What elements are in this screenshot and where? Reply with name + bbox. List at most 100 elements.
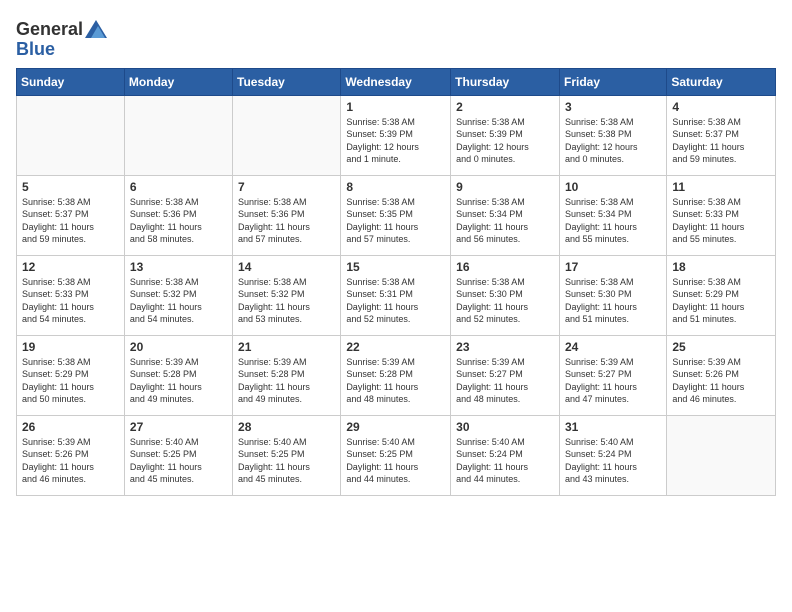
calendar-cell: [667, 415, 776, 495]
calendar-week-1: 1 Sunrise: 5:38 AM Sunset: 5:39 PM Daylig…: [17, 95, 776, 175]
day-number: 13: [130, 260, 227, 274]
calendar-week-2: 5Sunrise: 5:38 AM Sunset: 5:37 PM Daylig…: [17, 175, 776, 255]
weekday-header-tuesday: Tuesday: [233, 68, 341, 95]
weekday-header-wednesday: Wednesday: [341, 68, 451, 95]
calendar-cell: 25 Sunrise: 5:39 AM Sunset: 5:26 PM Dayli…: [667, 335, 776, 415]
day-info: Sunrise: 5:38 AM Sunset: 5:30 PM Dayligh…: [456, 276, 554, 326]
day-number: 29: [346, 420, 445, 434]
day-number: 23: [456, 340, 554, 354]
day-info: Sunrise: 5:39 AM Sunset: 5:28 PM Dayligh…: [238, 356, 335, 406]
calendar-cell: 7 Sunrise: 5:38 AM Sunset: 5:36 PM Daylig…: [233, 175, 341, 255]
calendar-cell: 3Sunrise: 5:38 AM Sunset: 5:38 PM Daylig…: [559, 95, 666, 175]
calendar-cell: 23 Sunrise: 5:39 AM Sunset: 5:27 PM Dayli…: [451, 335, 560, 415]
day-info: Sunrise: 5:38 AM Sunset: 5:30 PM Dayligh…: [565, 276, 661, 326]
calendar-cell: 20 Sunrise: 5:39 AM Sunset: 5:28 PM Dayli…: [124, 335, 232, 415]
calendar-cell: 4 Sunrise: 5:38 AM Sunset: 5:37 PM Daylig…: [667, 95, 776, 175]
day-number: 2: [456, 100, 554, 114]
calendar-cell: 11Sunrise: 5:38 AM Sunset: 5:33 PM Dayli…: [667, 175, 776, 255]
day-info: Sunrise: 5:40 AM Sunset: 5:24 PM Dayligh…: [565, 436, 661, 486]
weekday-header-friday: Friday: [559, 68, 666, 95]
calendar-week-4: 19Sunrise: 5:38 AM Sunset: 5:29 PM Dayli…: [17, 335, 776, 415]
calendar-cell: 24Sunrise: 5:39 AM Sunset: 5:27 PM Dayli…: [559, 335, 666, 415]
day-info: Sunrise: 5:39 AM Sunset: 5:28 PM Dayligh…: [346, 356, 445, 406]
calendar-cell: 10Sunrise: 5:38 AM Sunset: 5:34 PM Dayli…: [559, 175, 666, 255]
day-info: Sunrise: 5:38 AM Sunset: 5:29 PM Dayligh…: [672, 276, 770, 326]
calendar-week-3: 12Sunrise: 5:38 AM Sunset: 5:33 PM Dayli…: [17, 255, 776, 335]
calendar-cell: 27 Sunrise: 5:40 AM Sunset: 5:25 PM Dayli…: [124, 415, 232, 495]
calendar-cell: 16 Sunrise: 5:38 AM Sunset: 5:30 PM Dayli…: [451, 255, 560, 335]
calendar-cell: 9Sunrise: 5:38 AM Sunset: 5:34 PM Daylig…: [451, 175, 560, 255]
day-number: 26: [22, 420, 119, 434]
calendar-cell: 29 Sunrise: 5:40 AM Sunset: 5:25 PM Dayli…: [341, 415, 451, 495]
day-info: Sunrise: 5:39 AM Sunset: 5:27 PM Dayligh…: [456, 356, 554, 406]
day-number: 30: [456, 420, 554, 434]
calendar-cell: 21 Sunrise: 5:39 AM Sunset: 5:28 PM Dayli…: [233, 335, 341, 415]
day-number: 8: [346, 180, 445, 194]
day-info: Sunrise: 5:38 AM Sunset: 5:39 PM Dayligh…: [346, 116, 445, 166]
day-number: 31: [565, 420, 661, 434]
calendar-week-5: 26 Sunrise: 5:39 AM Sunset: 5:26 PM Dayli…: [17, 415, 776, 495]
day-number: 15: [346, 260, 445, 274]
day-number: 14: [238, 260, 335, 274]
day-info: Sunrise: 5:40 AM Sunset: 5:25 PM Dayligh…: [346, 436, 445, 486]
calendar-cell: 15 Sunrise: 5:38 AM Sunset: 5:31 PM Dayli…: [341, 255, 451, 335]
day-info: Sunrise: 5:38 AM Sunset: 5:32 PM Dayligh…: [130, 276, 227, 326]
calendar-table: SundayMondayTuesdayWednesdayThursdayFrid…: [16, 68, 776, 496]
day-info: Sunrise: 5:38 AM Sunset: 5:31 PM Dayligh…: [346, 276, 445, 326]
calendar-cell: 18 Sunrise: 5:38 AM Sunset: 5:29 PM Dayli…: [667, 255, 776, 335]
calendar-cell: 14 Sunrise: 5:38 AM Sunset: 5:32 PM Dayli…: [233, 255, 341, 335]
day-info: Sunrise: 5:40 AM Sunset: 5:25 PM Dayligh…: [130, 436, 227, 486]
page-header: General Blue: [16, 16, 776, 60]
day-number: 28: [238, 420, 335, 434]
day-info: Sunrise: 5:38 AM Sunset: 5:36 PM Dayligh…: [130, 196, 227, 246]
day-info: Sunrise: 5:38 AM Sunset: 5:34 PM Dayligh…: [565, 196, 661, 246]
logo-general: General: [16, 20, 83, 40]
weekday-header-saturday: Saturday: [667, 68, 776, 95]
day-info: Sunrise: 5:39 AM Sunset: 5:26 PM Dayligh…: [22, 436, 119, 486]
day-number: 25: [672, 340, 770, 354]
day-number: 6: [130, 180, 227, 194]
day-number: 20: [130, 340, 227, 354]
day-info: Sunrise: 5:38 AM Sunset: 5:34 PM Dayligh…: [456, 196, 554, 246]
day-info: Sunrise: 5:38 AM Sunset: 5:33 PM Dayligh…: [22, 276, 119, 326]
day-number: 11: [672, 180, 770, 194]
day-number: 1: [346, 100, 445, 114]
weekday-header-sunday: Sunday: [17, 68, 125, 95]
logo: General Blue: [16, 20, 107, 60]
day-info: Sunrise: 5:38 AM Sunset: 5:39 PM Dayligh…: [456, 116, 554, 166]
day-info: Sunrise: 5:40 AM Sunset: 5:24 PM Dayligh…: [456, 436, 554, 486]
calendar-cell: [233, 95, 341, 175]
calendar-cell: 19Sunrise: 5:38 AM Sunset: 5:29 PM Dayli…: [17, 335, 125, 415]
calendar-cell: 31 Sunrise: 5:40 AM Sunset: 5:24 PM Dayli…: [559, 415, 666, 495]
day-number: 4: [672, 100, 770, 114]
day-info: Sunrise: 5:38 AM Sunset: 5:37 PM Dayligh…: [672, 116, 770, 166]
calendar-cell: 2 Sunrise: 5:38 AM Sunset: 5:39 PM Daylig…: [451, 95, 560, 175]
logo-blue: Blue: [16, 40, 107, 60]
calendar-cell: 30 Sunrise: 5:40 AM Sunset: 5:24 PM Dayli…: [451, 415, 560, 495]
day-number: 27: [130, 420, 227, 434]
day-info: Sunrise: 5:38 AM Sunset: 5:35 PM Dayligh…: [346, 196, 445, 246]
calendar-cell: 22Sunrise: 5:39 AM Sunset: 5:28 PM Dayli…: [341, 335, 451, 415]
calendar-cell: 17Sunrise: 5:38 AM Sunset: 5:30 PM Dayli…: [559, 255, 666, 335]
calendar-cell: 6 Sunrise: 5:38 AM Sunset: 5:36 PM Daylig…: [124, 175, 232, 255]
day-info: Sunrise: 5:38 AM Sunset: 5:36 PM Dayligh…: [238, 196, 335, 246]
calendar-cell: 8 Sunrise: 5:38 AM Sunset: 5:35 PM Daylig…: [341, 175, 451, 255]
calendar-cell: 1 Sunrise: 5:38 AM Sunset: 5:39 PM Daylig…: [341, 95, 451, 175]
calendar-cell: 13 Sunrise: 5:38 AM Sunset: 5:32 PM Dayli…: [124, 255, 232, 335]
day-info: Sunrise: 5:40 AM Sunset: 5:25 PM Dayligh…: [238, 436, 335, 486]
day-number: 16: [456, 260, 554, 274]
day-number: 19: [22, 340, 119, 354]
day-number: 7: [238, 180, 335, 194]
day-number: 18: [672, 260, 770, 274]
day-info: Sunrise: 5:38 AM Sunset: 5:37 PM Dayligh…: [22, 196, 119, 246]
day-number: 21: [238, 340, 335, 354]
weekday-header-thursday: Thursday: [451, 68, 560, 95]
day-info: Sunrise: 5:39 AM Sunset: 5:28 PM Dayligh…: [130, 356, 227, 406]
day-info: Sunrise: 5:39 AM Sunset: 5:26 PM Dayligh…: [672, 356, 770, 406]
day-info: Sunrise: 5:38 AM Sunset: 5:32 PM Dayligh…: [238, 276, 335, 326]
calendar-cell: [17, 95, 125, 175]
logo-icon: [85, 20, 107, 38]
calendar-cell: 26 Sunrise: 5:39 AM Sunset: 5:26 PM Dayli…: [17, 415, 125, 495]
calendar-cell: 5Sunrise: 5:38 AM Sunset: 5:37 PM Daylig…: [17, 175, 125, 255]
day-number: 3: [565, 100, 661, 114]
